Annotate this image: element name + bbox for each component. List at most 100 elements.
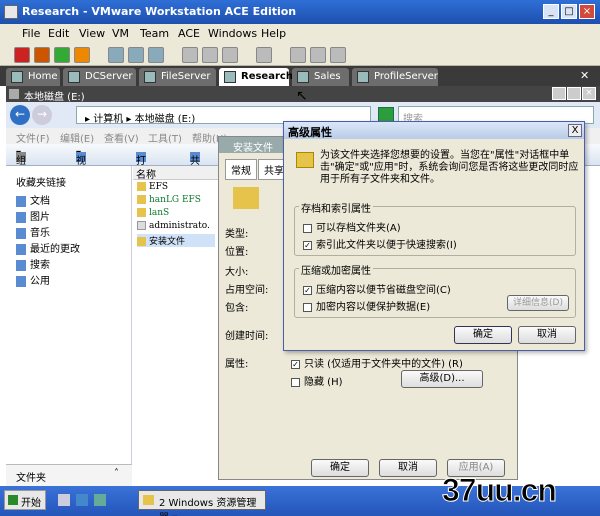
- compress-encrypt-group: 压缩或加密属性 ✓ 压缩内容以便节省磁盘空间(C) 加密内容以便保护数据(E) 详…: [294, 262, 576, 318]
- explorer-close-button[interactable]: ×: [582, 87, 596, 100]
- label-location: 位置:: [225, 247, 249, 258]
- summary-icon[interactable]: [330, 47, 346, 63]
- explorer-maximize-button[interactable]: [567, 87, 581, 100]
- reset-icon[interactable]: [74, 47, 90, 63]
- folder-icon: [137, 195, 146, 204]
- list-item-selected[interactable]: 安装文件: [137, 234, 215, 247]
- power-on-icon[interactable]: [54, 47, 70, 63]
- label-contains: 包含:: [225, 303, 249, 314]
- explorer-minimize-button[interactable]: [552, 87, 566, 100]
- menu-view-cn[interactable]: 查看(V): [104, 130, 139, 145]
- menu-edit-cn[interactable]: 编辑(E): [60, 130, 94, 145]
- tab-home[interactable]: Home: [6, 68, 60, 86]
- nav-item-recent[interactable]: 最近的更改: [16, 240, 80, 255]
- back-arrow-icon[interactable]: ←: [10, 105, 30, 125]
- list-item[interactable]: lanS: [137, 208, 169, 218]
- switch-windows-icon[interactable]: [94, 494, 106, 506]
- menu-view[interactable]: View: [79, 27, 105, 40]
- tab-research[interactable]: Research: [219, 68, 293, 86]
- suspend-icon[interactable]: [34, 47, 50, 63]
- column-header-name[interactable]: 名称: [133, 166, 218, 181]
- fullscreen-icon[interactable]: [290, 47, 306, 63]
- settings-folder-icon: [296, 152, 314, 168]
- list-item[interactable]: administrato.: [137, 221, 210, 231]
- encrypt-checkbox[interactable]: 加密内容以便保护数据(E): [303, 298, 430, 313]
- quick-switch-icon[interactable]: [310, 47, 326, 63]
- tab-fileserver[interactable]: FileServer: [139, 68, 216, 86]
- tab-general[interactable]: 常规: [225, 159, 257, 180]
- power-off-icon[interactable]: [14, 47, 30, 63]
- tab-profileserver[interactable]: ProfileServer: [352, 68, 438, 86]
- checkbox-checked-icon: ✓: [303, 285, 312, 295]
- archive-checkbox[interactable]: 可以存档文件夹(A): [303, 219, 401, 234]
- team-icon[interactable]: [182, 47, 198, 63]
- favorites-header: 收藏夹链接: [16, 178, 66, 189]
- details-button[interactable]: 详细信息(D): [507, 295, 569, 311]
- menu-windows[interactable]: Windows: [208, 27, 257, 40]
- close-tab-icon[interactable]: ✕: [580, 69, 589, 82]
- site-watermark: 37uu.cn: [442, 472, 558, 509]
- windows-logo-icon: [8, 495, 18, 505]
- checkbox-icon: [303, 223, 312, 233]
- minimize-button[interactable]: _: [543, 4, 559, 19]
- checkbox-checked-icon: ✓: [303, 240, 312, 250]
- advanced-close-button[interactable]: X: [568, 124, 582, 137]
- advanced-button[interactable]: 高级(D)...: [401, 370, 483, 388]
- views-button[interactable]: 视图 ▾: [76, 148, 86, 182]
- public-icon: [16, 275, 26, 287]
- ie-icon[interactable]: [76, 494, 88, 506]
- chevron-up-icon: ˄: [114, 468, 119, 479]
- nav-item-documents[interactable]: 文档: [16, 192, 50, 207]
- snapshot-icon[interactable]: [108, 47, 124, 63]
- vm-icon: [68, 71, 80, 83]
- properties-ok-button[interactable]: 确定: [311, 459, 369, 477]
- advanced-ok-button[interactable]: 确定: [454, 326, 512, 344]
- nav-item-search[interactable]: 搜索: [16, 256, 50, 271]
- folder-icon: [143, 495, 154, 505]
- properties-cancel-button[interactable]: 取消: [379, 459, 437, 477]
- readonly-checkbox[interactable]: ✓ 只读 (仅适用于文件夹中的文件) (R): [291, 355, 463, 370]
- menu-file-cn[interactable]: 文件(F): [16, 130, 50, 145]
- nav-item-pictures[interactable]: 图片: [16, 208, 50, 223]
- menu-tools-cn[interactable]: 工具(T): [148, 130, 182, 145]
- settings-icon[interactable]: [222, 47, 238, 63]
- close-button[interactable]: ×: [579, 4, 595, 19]
- menu-edit[interactable]: Edit: [48, 27, 69, 40]
- label-attributes: 属性:: [225, 359, 249, 370]
- hidden-checkbox[interactable]: 隐藏 (H): [291, 373, 343, 388]
- show-desktop-icon[interactable]: [58, 494, 70, 506]
- menu-file[interactable]: File: [22, 27, 40, 40]
- checkbox-icon: [291, 377, 300, 387]
- drive-icon: [9, 89, 19, 99]
- list-item[interactable]: EFS: [137, 182, 168, 192]
- start-button[interactable]: 开始: [4, 490, 46, 510]
- menu-help[interactable]: Help: [261, 27, 286, 40]
- nav-item-public[interactable]: 公用: [16, 272, 50, 287]
- vm-icon: [224, 71, 236, 83]
- list-item[interactable]: hanLG EFS: [137, 195, 201, 205]
- menu-vm[interactable]: VM: [112, 27, 129, 40]
- folders-toggle[interactable]: 文件夹 ˄: [6, 464, 132, 486]
- index-checkbox[interactable]: ✓ 索引此文件夹以便于快速搜索(I): [303, 236, 457, 251]
- menu-ace[interactable]: ACE: [178, 27, 200, 40]
- revert-icon[interactable]: [128, 47, 144, 63]
- tab-dcserver[interactable]: DCServer: [63, 68, 136, 86]
- forward-arrow-icon[interactable]: →: [32, 105, 52, 125]
- address-path: ▸ 计算机 ▸ 本地磁盘 (E:): [85, 114, 196, 125]
- menu-team[interactable]: Team: [140, 27, 169, 40]
- tab-sales[interactable]: Sales: [292, 68, 349, 86]
- console-icon[interactable]: [256, 47, 272, 63]
- ace-icon[interactable]: [202, 47, 218, 63]
- snapshot-manager-icon[interactable]: [148, 47, 164, 63]
- vm-icon: [357, 71, 369, 83]
- pictures-icon: [16, 211, 26, 223]
- folder-icon: [137, 237, 146, 246]
- advanced-cancel-button[interactable]: 取消: [518, 326, 576, 344]
- music-icon: [16, 227, 26, 239]
- compress-checkbox[interactable]: ✓ 压缩内容以便节省磁盘空间(C): [303, 281, 451, 296]
- organize-button[interactable]: 组织 ▾: [16, 148, 26, 182]
- checkbox-icon: ✓: [291, 359, 300, 369]
- maximize-button[interactable]: □: [561, 4, 577, 19]
- taskbar-item-explorer[interactable]: 2 Windows 资源管理器 ▾: [138, 490, 266, 516]
- nav-item-music[interactable]: 音乐: [16, 224, 50, 239]
